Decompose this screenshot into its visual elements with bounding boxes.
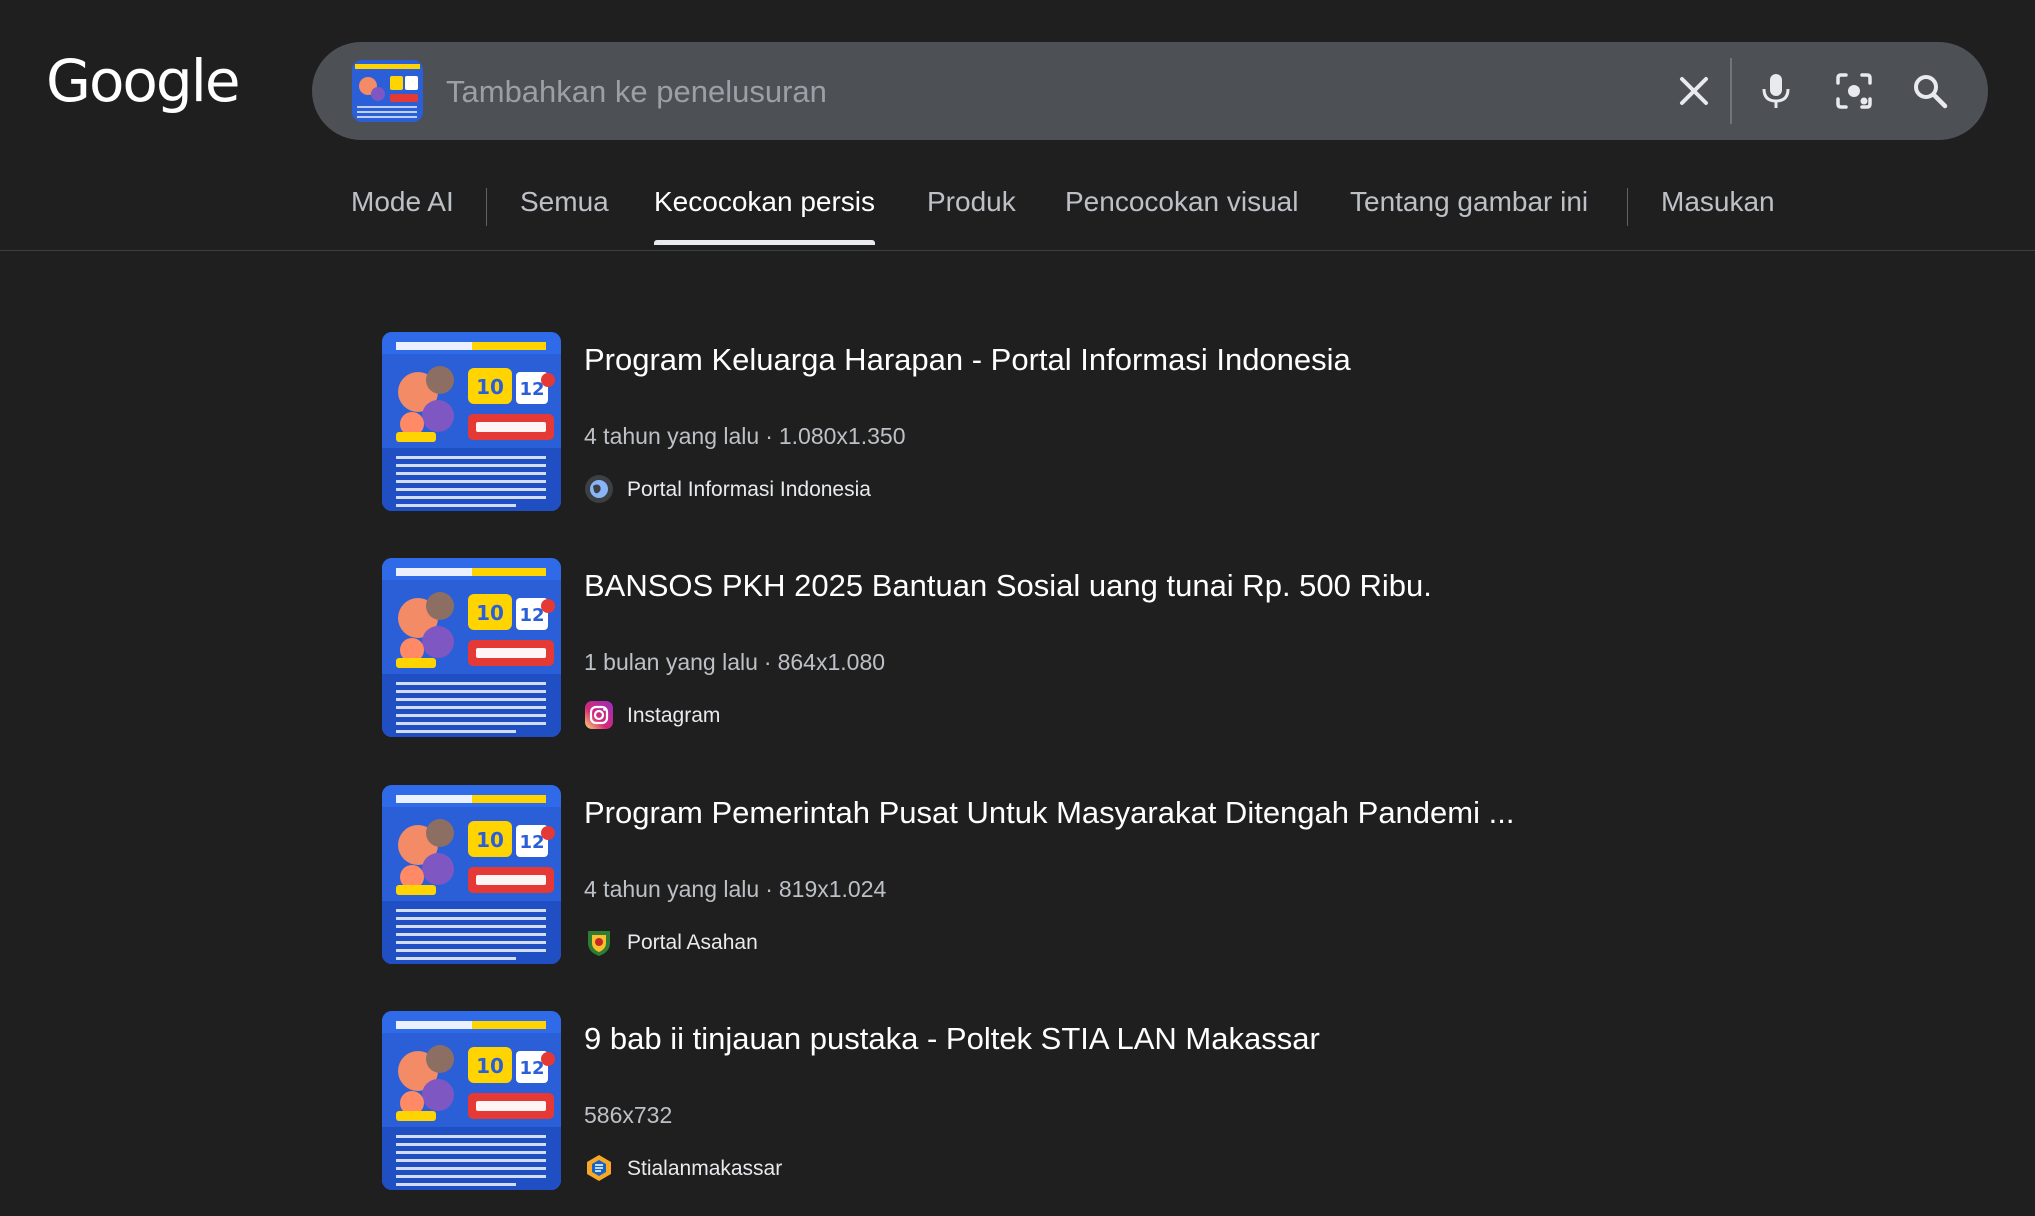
tab-kecocokan-persis[interactable]: Kecocokan persis <box>654 186 876 245</box>
meta-dot: · <box>763 649 772 675</box>
result-item[interactable]: 9 bab ii tinjauan pustaka - Poltek STIA … <box>382 1011 1682 1191</box>
crest-icon <box>588 931 610 956</box>
meta-dot: · <box>765 423 773 449</box>
result-thumbnail[interactable] <box>382 332 561 511</box>
tab-semua[interactable]: Semua <box>520 186 609 218</box>
result-title[interactable]: 9 bab ii tinjauan pustaka - Poltek STIA … <box>584 1021 1320 1057</box>
search-input[interactable] <box>444 64 1648 120</box>
result-meta: 4 tahun yang lalu · 1.080x1.350 <box>584 423 906 450</box>
poster-mini-graphic <box>352 60 423 122</box>
tab-masukan[interactable]: Masukan <box>1661 186 1775 218</box>
result-item[interactable]: BANSOS PKH 2025 Bantuan Sosial uang tuna… <box>382 558 1682 738</box>
result-age: 1 bulan yang lalu <box>584 649 758 675</box>
poster-thumbnail-graphic <box>382 558 561 737</box>
google-logo[interactable]: Google <box>46 52 241 110</box>
poster-thumbnail-graphic <box>382 332 561 511</box>
result-item[interactable]: Program Pemerintah Pusat Untuk Masyaraka… <box>382 785 1682 965</box>
result-thumbnail[interactable] <box>382 785 561 964</box>
clear-icon[interactable] <box>1674 71 1714 111</box>
tab-separator <box>1627 188 1628 226</box>
lens-camera-icon[interactable] <box>1834 71 1874 111</box>
result-age: 4 tahun yang lalu <box>584 876 760 902</box>
result-title[interactable]: BANSOS PKH 2025 Bantuan Sosial uang tuna… <box>584 568 1432 604</box>
result-meta: 4 tahun yang lalu · 819x1.024 <box>584 876 886 903</box>
poster-thumbnail-graphic <box>382 1011 561 1190</box>
search-bar-divider <box>1730 58 1732 124</box>
result-thumbnail[interactable] <box>382 1011 561 1190</box>
result-source[interactable]: Instagram <box>627 704 720 728</box>
search-icon[interactable] <box>1910 71 1950 111</box>
tab-pencocokan-visual[interactable]: Pencocokan visual <box>1065 186 1298 218</box>
tab-separator <box>486 188 487 226</box>
header-divider <box>0 250 2035 251</box>
search-tabs: Mode AI Semua Kecocokan persis Produk Pe… <box>0 186 2035 250</box>
query-image-thumbnail[interactable] <box>352 60 423 122</box>
tab-produk[interactable]: Produk <box>927 186 1016 218</box>
hexagon-logo-icon <box>587 1155 611 1181</box>
tab-tentang-gambar-ini[interactable]: Tentang gambar ini <box>1350 186 1588 218</box>
result-dimensions: 586x732 <box>584 1102 673 1128</box>
poster-thumbnail-graphic <box>382 785 561 964</box>
result-source[interactable]: Stialanmakassar <box>627 1157 782 1181</box>
result-age: 4 tahun yang lalu <box>584 423 760 449</box>
result-item[interactable]: Program Keluarga Harapan - Portal Inform… <box>382 332 1682 512</box>
result-source[interactable]: Portal Asahan <box>627 931 758 955</box>
instagram-icon <box>585 701 613 729</box>
result-dimensions: 864x1.080 <box>777 649 886 675</box>
meta-dot: · <box>765 876 773 902</box>
result-meta: 586x732 <box>584 1102 672 1129</box>
microphone-icon[interactable] <box>1756 71 1796 111</box>
result-meta: 1 bulan yang lalu · 864x1.080 <box>584 649 885 676</box>
result-title[interactable]: Program Keluarga Harapan - Portal Inform… <box>584 342 1351 378</box>
result-dimensions: 819x1.024 <box>778 876 887 902</box>
result-title[interactable]: Program Pemerintah Pusat Untuk Masyaraka… <box>584 795 1514 831</box>
result-thumbnail[interactable] <box>382 558 561 737</box>
globe-icon <box>585 475 613 503</box>
search-bar[interactable] <box>312 42 1988 140</box>
result-source[interactable]: Portal Informasi Indonesia <box>627 478 871 502</box>
result-dimensions: 1.080x1.350 <box>778 423 906 449</box>
tab-mode-ai[interactable]: Mode AI <box>351 186 454 218</box>
